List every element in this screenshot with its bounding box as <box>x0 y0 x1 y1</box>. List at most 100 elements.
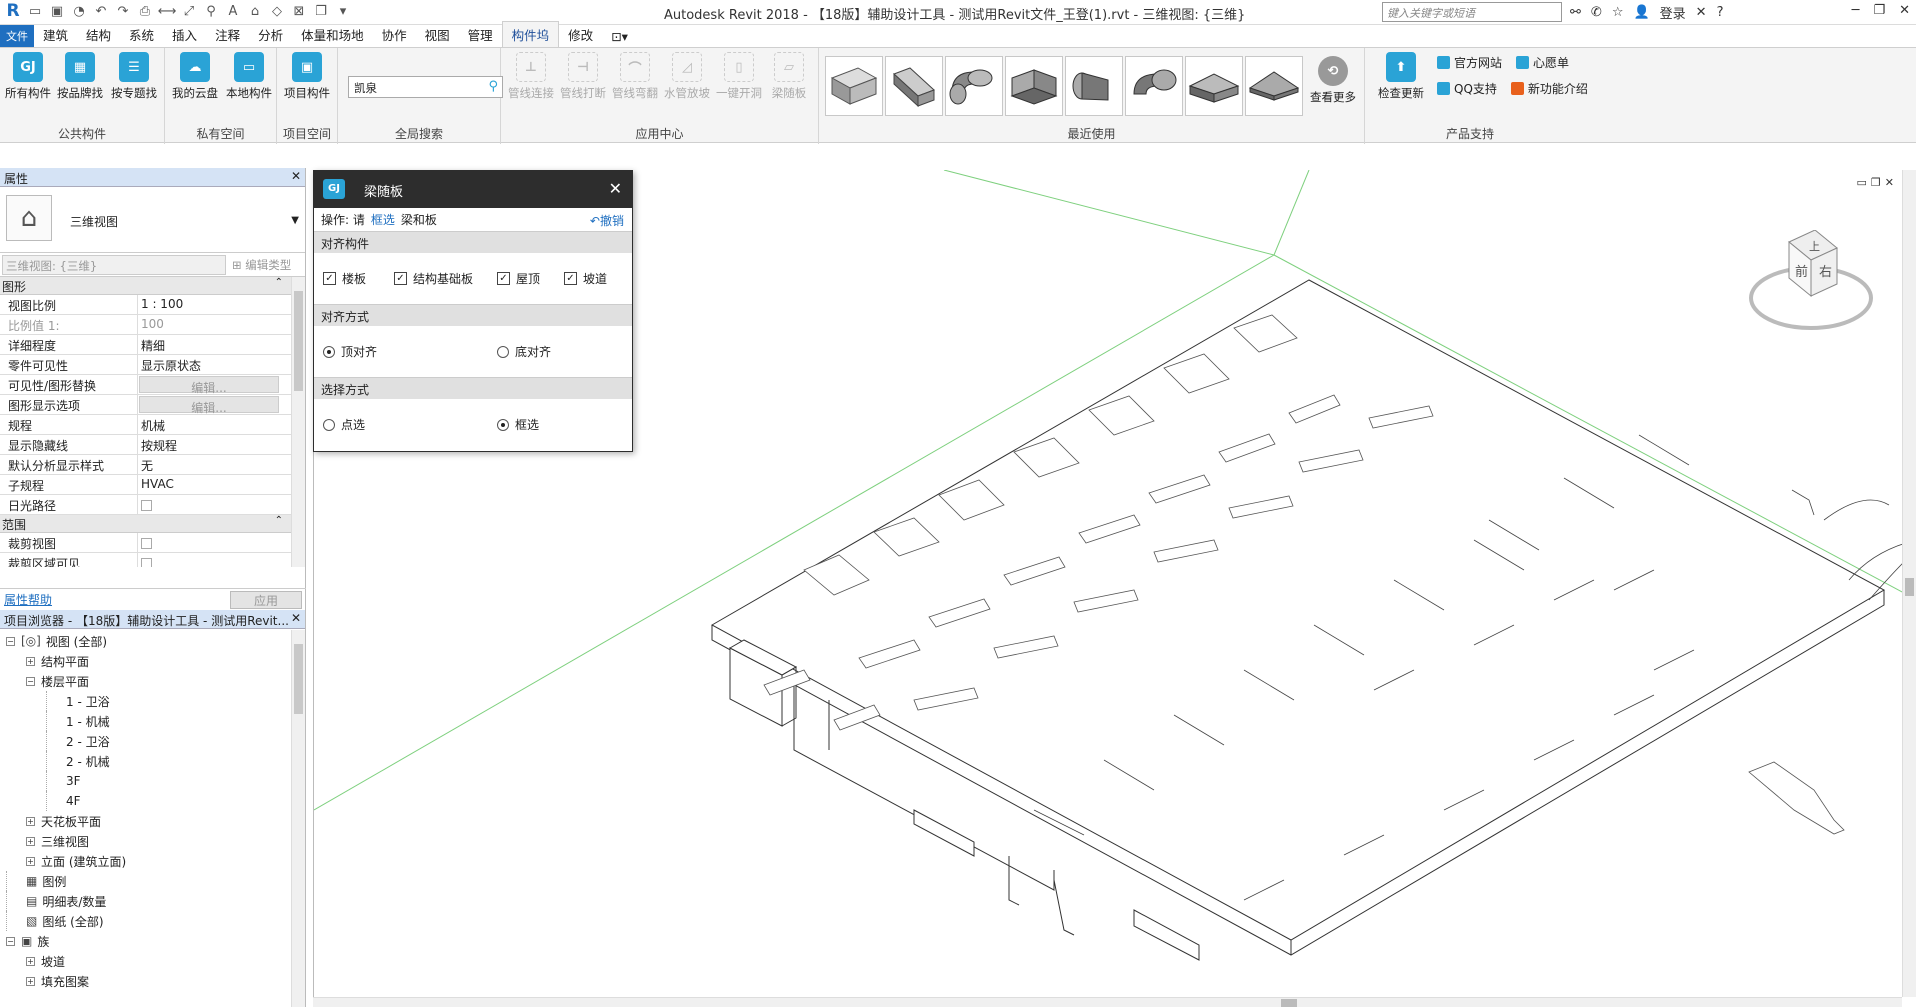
all-components-button[interactable]: GJ 所有构件 <box>2 52 54 101</box>
view-more-button[interactable]: ⟲ 查看更多 <box>1305 56 1361 105</box>
recent-transition[interactable] <box>1245 56 1303 116</box>
close-view-icon[interactable]: ✕ <box>1885 176 1894 189</box>
viewcube[interactable]: 上 前 右 <box>1741 230 1881 340</box>
expand-icon[interactable] <box>46 711 60 731</box>
save-icon[interactable]: ▣ <box>48 2 66 20</box>
tree-node[interactable]: 3F <box>0 771 305 791</box>
tree-node[interactable]: ▦ 图例 <box>0 871 305 891</box>
type-selector[interactable]: ⌂ 三维视图 ▼ <box>0 187 305 253</box>
expand-icon[interactable]: + <box>26 816 35 826</box>
scroll-thumb[interactable] <box>294 644 303 714</box>
tab-systems[interactable]: 系统 <box>120 22 163 47</box>
edit-vg-button[interactable]: 编辑... <box>139 376 279 395</box>
tree-node[interactable]: + 立面 (建筑立面) <box>0 851 305 871</box>
checkmark-icon[interactable]: ✓ <box>497 272 510 285</box>
open-icon[interactable]: ▭ <box>26 2 44 20</box>
customize-qat-icon[interactable]: ▾ <box>334 2 352 20</box>
tab-insert[interactable]: 插入 <box>163 22 206 47</box>
expand-icon[interactable] <box>46 731 60 751</box>
tree-node[interactable]: 4F <box>0 791 305 811</box>
radio-selected[interactable] <box>323 345 335 358</box>
viewcube-top[interactable]: 上 <box>1809 240 1820 253</box>
tree-node[interactable]: + 填充图案 <box>0 971 305 991</box>
tree-node[interactable]: 1 - 机械 <box>0 711 305 731</box>
pipe-break-button[interactable]: ⊣ 管线打断 <box>557 52 609 101</box>
checkmark-icon[interactable]: ✓ <box>394 272 407 285</box>
tree-node[interactable]: ▤ 明细表/数量 <box>0 891 305 911</box>
revit-logo-icon[interactable]: R <box>4 1 22 21</box>
by-topic-button[interactable]: ☰ 按专题找 <box>108 52 160 101</box>
tree-node[interactable]: 2 - 机械 <box>0 751 305 771</box>
minimize-icon[interactable]: ─ <box>1852 3 1860 18</box>
open-hole-button[interactable]: ▯ 一键开洞 <box>713 52 765 101</box>
tab-collaborate[interactable]: 协作 <box>373 22 416 47</box>
recent-elbow-round-2[interactable] <box>1125 56 1183 116</box>
box-select-radio[interactable]: 框选 <box>497 416 539 433</box>
text-icon[interactable]: A <box>224 2 242 20</box>
checkmark-icon[interactable]: ✓ <box>323 272 336 285</box>
comm-center-icon[interactable]: ✆ <box>1591 5 1602 20</box>
ramp-checkbox[interactable]: ✓ 坡道 <box>564 270 607 287</box>
roof-checkbox[interactable]: ✓ 屋顶 <box>497 270 540 287</box>
tab-component-dock[interactable]: 构件坞 <box>501 21 560 47</box>
tree-node[interactable]: − [◎] 视图 (全部) <box>0 631 305 651</box>
sync-icon[interactable]: ◔ <box>70 2 88 20</box>
my-cloud-button[interactable]: ☁ 我的云盘 <box>169 52 221 101</box>
properties-help-link[interactable]: 属性帮助 <box>4 591 52 608</box>
collapse-icon[interactable]: − <box>6 936 15 946</box>
scroll-thumb[interactable] <box>1281 999 1297 1007</box>
expand-icon[interactable]: + <box>26 976 35 986</box>
print-icon[interactable]: ⎙ <box>136 2 154 20</box>
tab-view[interactable]: 视图 <box>416 22 459 47</box>
recent-elbow-rect[interactable] <box>1005 56 1063 116</box>
beam-follow-slab-button[interactable]: ▱ 梁随板 <box>763 52 815 101</box>
expand-icon[interactable]: + <box>26 956 35 966</box>
pipe-bend-button[interactable]: ⌒ 管线弯翻 <box>609 52 661 101</box>
expand-icon[interactable] <box>46 691 60 711</box>
close-icon[interactable]: ✕ <box>291 611 301 625</box>
official-site-link[interactable]: 官方网站 <box>1437 54 1502 71</box>
tab-manage[interactable]: 管理 <box>459 22 502 47</box>
apply-button[interactable]: 应用 <box>230 590 302 609</box>
expand-icon[interactable] <box>6 911 20 931</box>
recent-duct-straight-2[interactable] <box>885 56 943 116</box>
tab-analyze[interactable]: 分析 <box>249 22 292 47</box>
pipe-slope-button[interactable]: ◿ 水管放坡 <box>661 52 713 101</box>
check-update-button[interactable]: ⬆ 检查更新 <box>1373 52 1429 101</box>
help-search-input[interactable]: 键入关键字或短语 <box>1382 2 1562 22</box>
edit-display-button[interactable]: 编辑... <box>139 396 279 415</box>
collapse-icon[interactable]: − <box>26 676 35 686</box>
expand-icon[interactable]: + <box>26 856 35 866</box>
foundation-slab-checkbox[interactable]: ✓ 结构基础板 <box>394 270 473 287</box>
section-icon[interactable]: ◇ <box>268 2 286 20</box>
expand-icon[interactable]: + <box>26 836 35 846</box>
expand-icon[interactable] <box>46 771 60 791</box>
tree-node[interactable]: + 天花板平面 <box>0 811 305 831</box>
user-icon[interactable]: 👤 <box>1633 5 1649 20</box>
redo-icon[interactable]: ↷ <box>114 2 132 20</box>
global-search-input[interactable]: 凯泉 ⚲ <box>348 76 503 98</box>
measure-icon[interactable]: ⟷ <box>158 2 177 20</box>
tree-node[interactable]: + 坡道 <box>0 951 305 971</box>
favorites-icon[interactable]: ☆ <box>1612 5 1624 20</box>
dimension-icon[interactable]: ⤢ <box>180 2 198 20</box>
wishlist-link[interactable]: 心愿单 <box>1516 54 1569 71</box>
expand-icon[interactable] <box>6 891 20 911</box>
checkmark-icon[interactable]: ✓ <box>564 272 577 285</box>
expand-icon[interactable] <box>46 751 60 771</box>
scroll-thumb[interactable] <box>294 291 303 391</box>
tab-structure[interactable]: 结构 <box>77 22 120 47</box>
browser-scrollbar[interactable] <box>291 630 305 1007</box>
tree-node[interactable]: + 结构平面 <box>0 651 305 671</box>
close-icon[interactable]: ✕ <box>1899 3 1910 18</box>
local-components-button[interactable]: ▭ 本地构件 <box>223 52 275 101</box>
group-graphics[interactable]: 图形 ⌃ <box>0 277 305 295</box>
minimize-view-icon[interactable]: ▭ <box>1857 176 1867 189</box>
help-icon[interactable]: ? <box>1717 5 1724 20</box>
tab-more-icon[interactable]: ⊡▾ <box>602 26 637 47</box>
properties-scrollbar[interactable] <box>291 277 305 567</box>
scroll-thumb[interactable] <box>1905 578 1914 596</box>
top-align-radio[interactable]: 顶对齐 <box>323 343 377 360</box>
pick-select-radio[interactable]: 点选 <box>323 416 365 433</box>
new-features-link[interactable]: 新功能介绍 <box>1510 80 1588 97</box>
